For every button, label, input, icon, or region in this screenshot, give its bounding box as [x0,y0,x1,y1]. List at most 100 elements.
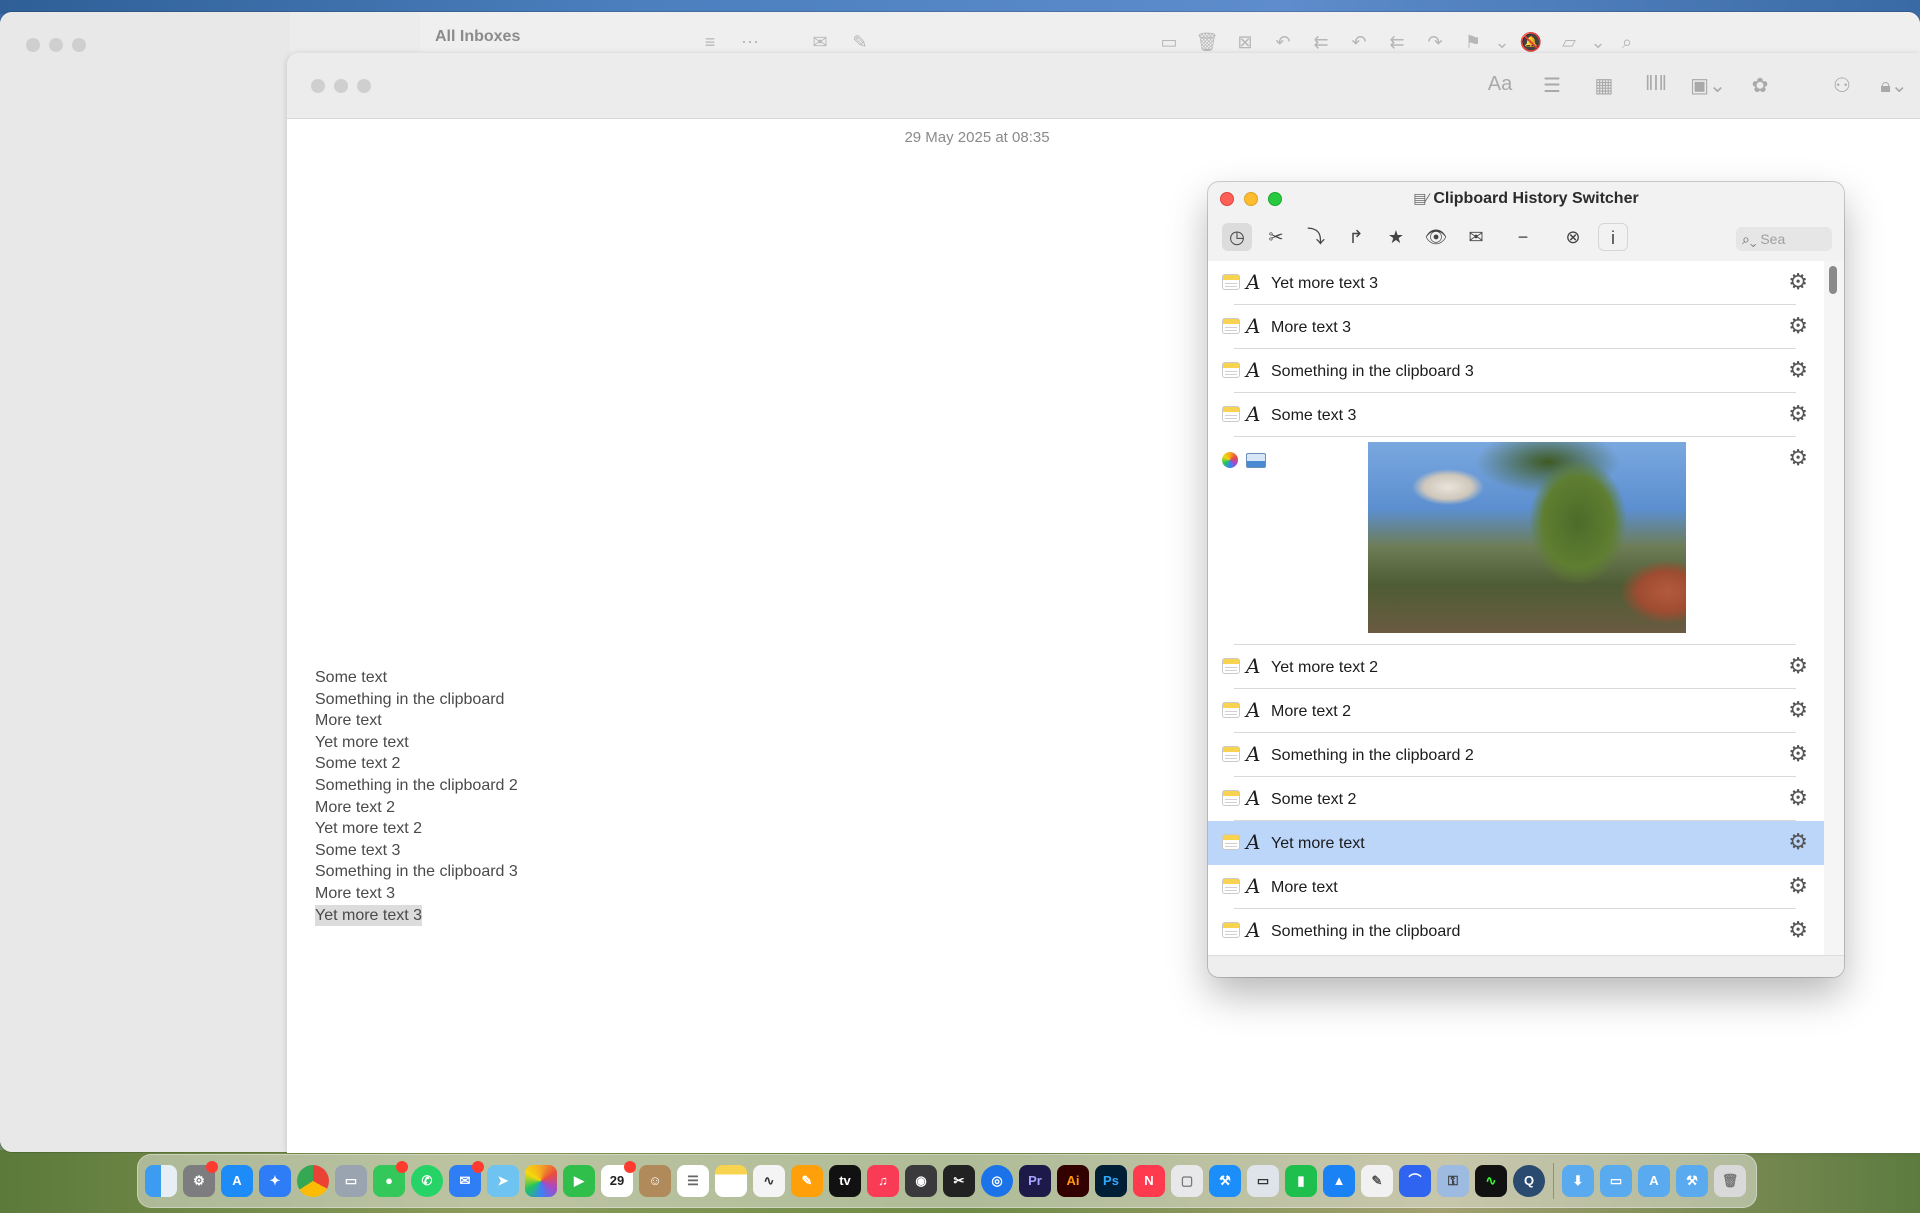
scrollbar-thumb[interactable] [1829,266,1837,294]
zoom-button[interactable] [72,38,86,52]
note-line-highlighted[interactable]: Yet more text 3 [315,904,423,927]
lock-icon[interactable]: 🔒︎⌄ [1868,73,1920,98]
system-settings-icon[interactable]: ⚙ [183,1161,218,1197]
premiere-icon[interactable]: Pr [1019,1165,1051,1197]
chevron-down-icon[interactable]: ⌄ [1492,32,1512,53]
apple-tv-icon[interactable]: tv [829,1165,861,1197]
paste-icon[interactable]: ⤵ [1301,223,1331,251]
clipboard-search-field[interactable]: ⌕⌄ Sea [1736,227,1832,251]
clip-item[interactable]: A More text 2 ⚙ [1208,689,1824,733]
envelope-icon[interactable]: ✉ [800,32,840,53]
clip-item[interactable]: A More text 3 ⚙ [1208,305,1824,349]
maps-icon[interactable]: ➤ [487,1165,519,1197]
quicktime-icon[interactable]: Q [1513,1165,1545,1197]
mail-window-controls[interactable] [26,38,86,52]
more-icon[interactable]: ⋯ [730,32,770,53]
note-line[interactable]: Some text 2 [315,753,518,775]
info-icon[interactable]: i [1598,223,1628,251]
news-icon[interactable]: N [1133,1165,1165,1197]
minimize-button[interactable] [49,38,63,52]
redo-icon[interactable]: ↱ [1341,223,1371,251]
folder-icon[interactable]: ▱ [1550,32,1588,53]
note-line[interactable]: Yet more text 2 [315,818,518,840]
minimize-button[interactable] [334,79,348,93]
clip-item[interactable]: A Some text 3 ⚙ [1208,393,1824,437]
chrome-icon[interactable] [297,1165,329,1197]
gear-icon[interactable]: ⚙ [1788,917,1808,943]
clear-icon[interactable]: ⊗ [1558,223,1588,251]
gear-icon[interactable]: ⚙ [1788,697,1808,723]
clipboard-title-bar[interactable]: ▤⁄ Clipboard History Switcher [1208,182,1844,216]
keychain-icon[interactable]: ⚿ [1437,1165,1469,1197]
numbers-icon[interactable]: ▮ [1285,1165,1317,1197]
notes-icon[interactable] [715,1165,747,1197]
photoshop-icon[interactable]: Ps [1095,1165,1127,1197]
chevron-down-icon[interactable]: ⌄ [1588,32,1608,53]
gear-icon[interactable]: ⚙ [1788,873,1808,899]
note-body[interactable]: Some text Something in the clipboard Mor… [315,667,518,927]
clip-item-image[interactable]: ⚙ [1208,437,1824,645]
note-line[interactable]: More text [315,710,518,732]
gear-icon[interactable]: ⚙ [1788,829,1808,855]
vpn-icon[interactable]: ◎ [981,1165,1013,1197]
reply-all-icon[interactable]: ⇇ [1378,32,1416,53]
note-line[interactable]: Something in the clipboard 2 [315,775,518,797]
compose-icon[interactable]: ✎ [840,32,880,53]
media-icon[interactable]: ▣⌄ [1682,73,1734,98]
xcode-icon[interactable]: ⚒ [1209,1165,1241,1197]
clip-item-selected[interactable]: A Yet more text ⚙ [1208,821,1824,865]
clip-item[interactable]: A More text ⚙ [1208,865,1824,909]
preview-doc-icon[interactable]: ▢ [1171,1165,1203,1197]
facetime-icon[interactable]: ▶ [563,1165,595,1197]
gear-icon[interactable]: ⚙ [1788,741,1808,767]
eye-icon[interactable]: 👁︎ [1421,223,1451,251]
junk-icon[interactable]: ⊠ [1226,32,1264,53]
messages-icon[interactable]: ● [373,1161,408,1197]
clip-item[interactable]: A Yet more text 3 ⚙ [1208,261,1824,305]
applications-folder-icon[interactable]: A [1638,1165,1670,1197]
safari-icon[interactable]: ✦ [259,1165,291,1197]
keynote-icon[interactable]: ▲ [1323,1165,1355,1197]
history-icon[interactable]: ◷ [1222,223,1252,251]
format-icon[interactable]: Aa [1474,73,1526,98]
forward-icon[interactable]: ↷ [1416,32,1454,53]
finder-icon[interactable] [145,1165,177,1197]
freeform-icon[interactable]: ∿ [753,1165,785,1197]
photos-icon[interactable] [525,1165,557,1197]
gear-icon[interactable]: ⚙ [1788,269,1808,295]
scissors-icon[interactable]: ✂ [1261,223,1291,251]
close-button[interactable] [26,38,40,52]
screenshot-icon[interactable]: ◉ [905,1165,937,1197]
audio-icon[interactable]: ǁǀǁ [1630,73,1682,98]
notes-window-controls[interactable] [311,79,371,93]
gear-icon[interactable]: ⚙ [1788,785,1808,811]
gear-icon[interactable]: ⚙ [1788,313,1808,339]
note-line[interactable]: Yet more text [315,732,518,754]
star-icon[interactable]: ★ [1381,223,1411,251]
reply-all-icon[interactable]: ⇇ [1302,32,1340,53]
note-line[interactable]: Something in the clipboard 3 [315,861,518,883]
filter-icon[interactable]: ≡ [690,32,730,53]
illustrator-icon[interactable]: Ai [1057,1165,1089,1197]
zoom-button[interactable] [357,79,371,93]
gear-icon[interactable]: ⚙ [1788,653,1808,679]
preview-icon[interactable]: ▭ [335,1165,367,1197]
note-line[interactable]: Some text 3 [315,840,518,862]
clip-item[interactable]: A Something in the clipboard 2 ⚙ [1208,733,1824,777]
collaborate-icon[interactable]: ⚇ [1816,73,1868,98]
screen-sharing-icon[interactable]: ▭ [1247,1165,1279,1197]
activity-monitor-icon[interactable]: ∿ [1475,1165,1507,1197]
app-store-icon[interactable]: A [221,1165,253,1197]
arc-icon[interactable]: ⌒ [1399,1165,1431,1197]
final-cut-icon[interactable]: ✂ [943,1165,975,1197]
utilities-folder-icon[interactable]: ⚒ [1676,1165,1708,1197]
music-icon[interactable]: ♫ [867,1165,899,1197]
mail-icon[interactable]: ✉ [1461,223,1491,251]
gear-icon[interactable]: ⚙ [1788,401,1808,427]
markup-icon[interactable]: ✿ [1734,73,1786,98]
clip-item[interactable]: A Something in the clipboard 3 ⚙ [1208,349,1824,393]
note-line[interactable]: More text 3 [315,883,518,905]
archive-icon[interactable]: ▭ [1150,32,1188,53]
checklist-icon[interactable]: ☰ [1526,73,1578,98]
downloads-folder-icon[interactable]: ⬇ [1562,1165,1594,1197]
